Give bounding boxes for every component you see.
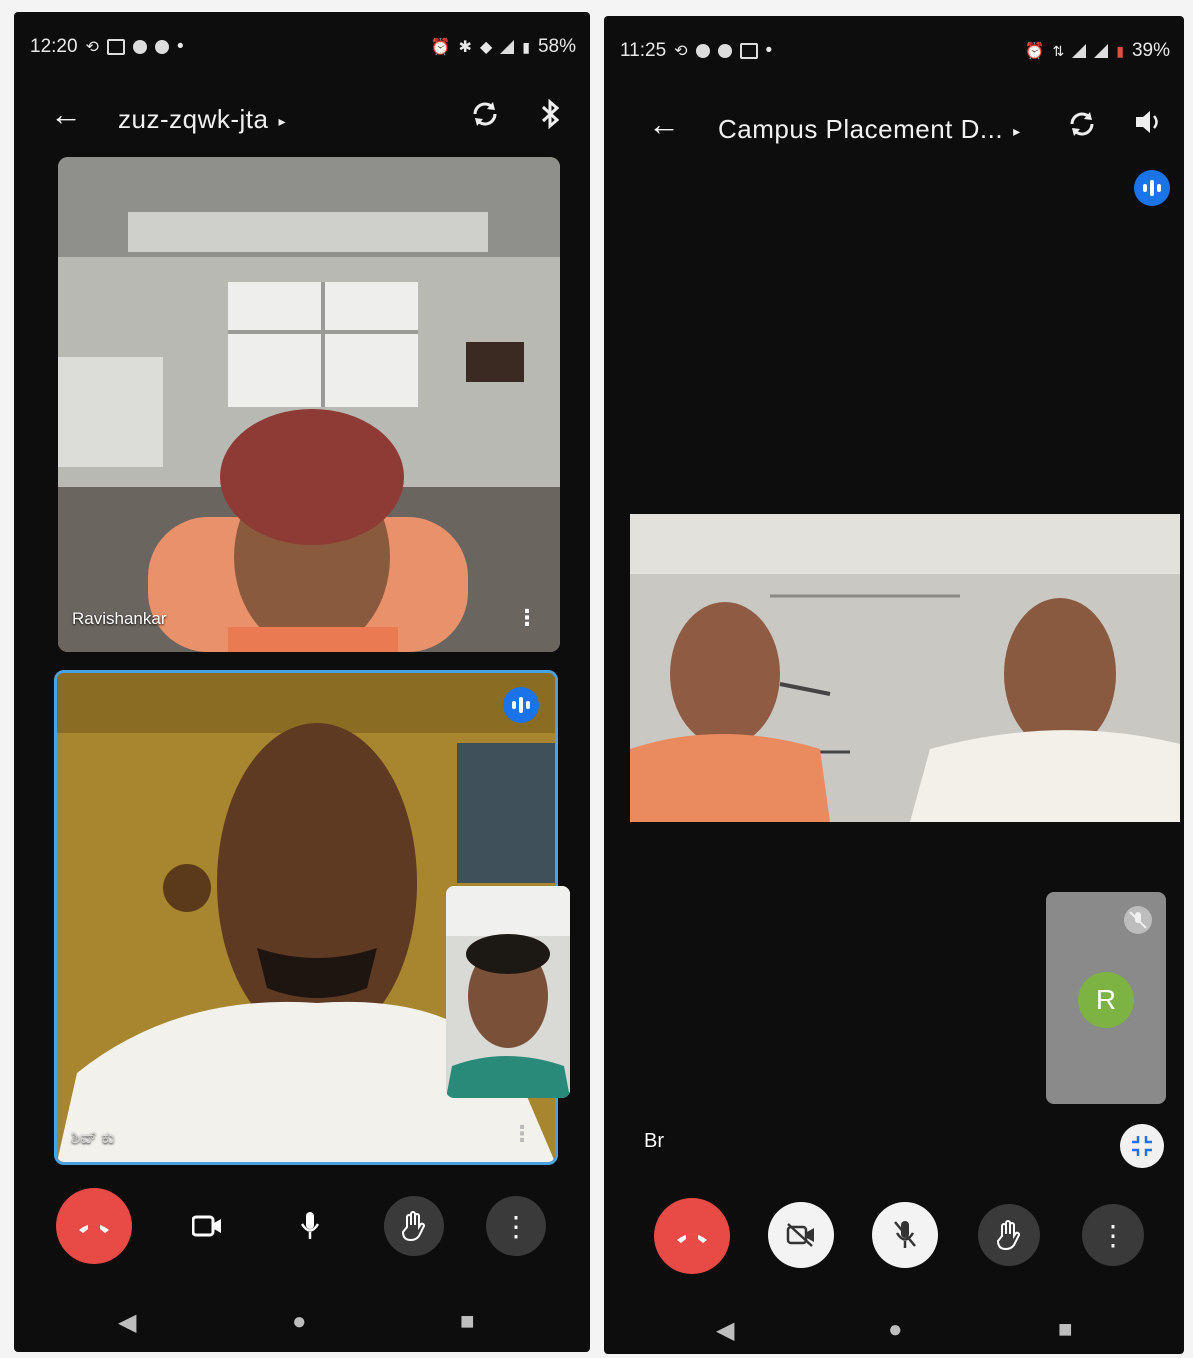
status-bar: 11:25 ⟲ • ⏰ ⇅ ▮ 39% (620, 38, 1170, 64)
notification-icon (739, 43, 758, 59)
left-phone-screen: 12:20 ⟲ • ⏰ ✱ ◆ ▮ 58% ← zuz-zqwk-jta ▸ R… (14, 12, 590, 1352)
mic-toggle-button[interactable] (872, 1202, 938, 1268)
avatar-letter: R (1095, 984, 1117, 1015)
right-phone-screen: 11:25 ⟲ • ⏰ ⇅ ▮ 39% ← Campus Placement D… (604, 16, 1184, 1354)
self-view-tile[interactable]: R (1046, 892, 1166, 1104)
avatar: R (1078, 972, 1134, 1028)
notification-icon (717, 44, 732, 58)
hand-icon (401, 1211, 425, 1241)
raise-hand-button[interactable] (384, 1196, 444, 1256)
pin-button[interactable] (1120, 1124, 1164, 1168)
switch-camera-icon[interactable] (1066, 108, 1098, 147)
end-call-button[interactable] (654, 1198, 730, 1274)
meeting-code: zuz-zqwk-jta (118, 104, 269, 134)
tile-more-icon[interactable]: ⋮ (516, 605, 538, 631)
nav-recents-icon[interactable]: ■ (460, 1308, 475, 1336)
self-view-video (446, 886, 570, 1098)
participant-tile-main[interactable] (630, 514, 1180, 822)
camera-toggle-button[interactable] (179, 1198, 235, 1254)
alarm-icon: ⏰ (1024, 43, 1045, 60)
nav-recents-icon[interactable]: ■ (1058, 1316, 1073, 1344)
battery-icon: ▮ (522, 38, 530, 55)
signal-icon (1094, 44, 1109, 58)
participant-video-top (58, 157, 560, 652)
more-options-button[interactable]: ⋮ (1082, 1204, 1144, 1266)
mic-toggle-button[interactable] (282, 1198, 338, 1254)
signal-icon (500, 40, 515, 54)
more-options-button[interactable]: ⋮ (486, 1196, 546, 1256)
nav-home-icon[interactable]: ● (888, 1316, 903, 1344)
back-arrow-icon[interactable]: ← (648, 108, 680, 140)
mic-off-icon (894, 1221, 916, 1248)
notification-icon (695, 44, 710, 58)
hang-up-icon (677, 1234, 707, 1243)
camera-off-icon (786, 1223, 814, 1247)
status-time: 11:25 (620, 40, 667, 61)
speaker-icon[interactable] (1134, 108, 1164, 143)
wifi-icon: ◆ (479, 39, 493, 56)
sync-icon: ⟲ (85, 39, 99, 56)
back-arrow-icon[interactable]: ← (50, 98, 82, 130)
participant-tile-top[interactable]: Ravishankar ⋮ (58, 157, 560, 652)
muted-mic-icon (1124, 906, 1152, 934)
meeting-title[interactable]: Campus Placement D... ▸ (718, 114, 1021, 145)
end-call-button[interactable] (56, 1188, 132, 1264)
active-speaker-icon (503, 687, 539, 723)
nav-back-icon[interactable]: ◀ (716, 1316, 734, 1345)
hand-icon (996, 1220, 1020, 1250)
more-vertical-icon: ⋮ (1099, 1219, 1127, 1251)
meeting-title[interactable]: zuz-zqwk-jta ▸ (118, 104, 286, 135)
bluetooth-icon[interactable] (540, 98, 562, 137)
alarm-icon: ⏰ (430, 39, 451, 56)
sync-icon: ⟲ (674, 43, 688, 60)
participant-name: ಶಿವ್ ಕು (71, 1128, 115, 1147)
more-vertical-icon: ⋮ (502, 1210, 530, 1242)
participant-name: Ravishankar (72, 609, 167, 628)
notification-icon (106, 39, 125, 55)
bluetooth-status-icon: ✱ (458, 39, 472, 56)
self-view-tile[interactable] (446, 886, 570, 1098)
caret-right-icon: ▸ (278, 112, 287, 129)
more-notifications-icon: • (176, 36, 184, 57)
notification-icon (154, 40, 169, 54)
battery-percent: 58% (537, 36, 576, 57)
battery-icon: ▮ (1116, 42, 1124, 59)
meeting-name: Campus Placement D... (718, 114, 1004, 144)
network-icon: ⇅ (1052, 42, 1065, 59)
notification-icon (132, 40, 147, 54)
more-notifications-icon: • (765, 40, 773, 61)
participant-name: Br (644, 1130, 664, 1152)
participant-video-main (630, 514, 1180, 822)
battery-percent: 39% (1131, 40, 1170, 61)
video-camera-icon (192, 1215, 221, 1237)
nav-home-icon[interactable]: ● (292, 1308, 307, 1336)
status-bar: 12:20 ⟲ • ⏰ ✱ ◆ ▮ 58% (30, 34, 576, 60)
caret-right-icon: ▸ (1013, 122, 1021, 139)
meeting-app-bar: ← zuz-zqwk-jta ▸ (14, 92, 590, 142)
microphone-icon (300, 1212, 320, 1239)
nav-back-icon[interactable]: ◀ (118, 1308, 136, 1337)
camera-toggle-button[interactable] (768, 1202, 834, 1268)
active-speaker-icon (1134, 170, 1170, 206)
tile-more-icon[interactable]: ⋮ (511, 1121, 533, 1147)
status-time: 12:20 (30, 36, 78, 57)
fullscreen-exit-icon (1132, 1136, 1152, 1156)
signal-icon (1072, 44, 1087, 58)
raise-hand-button[interactable] (978, 1204, 1040, 1266)
switch-camera-icon[interactable] (469, 98, 501, 137)
hang-up-icon (79, 1224, 109, 1233)
meeting-app-bar: ← Campus Placement D... ▸ (604, 102, 1184, 152)
